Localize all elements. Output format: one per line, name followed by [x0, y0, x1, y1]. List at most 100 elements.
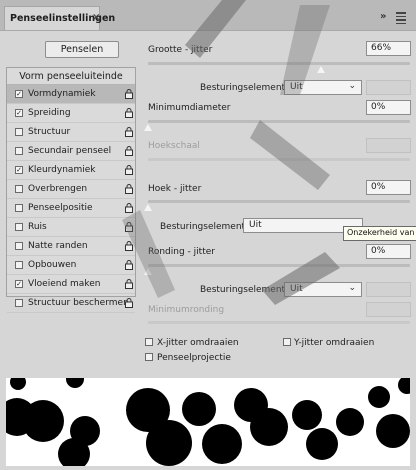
- list-item-label: Ruis: [28, 222, 47, 232]
- lock-icon[interactable]: [125, 146, 133, 156]
- checkbox[interactable]: [15, 128, 23, 136]
- list-item[interactable]: Natte randen: [7, 237, 135, 256]
- angle-jitter-field[interactable]: 0%: [366, 180, 411, 195]
- list-item[interactable]: ✓ Spreiding: [7, 104, 135, 123]
- control-select-value: Uit: [290, 82, 303, 92]
- collapse-icon[interactable]: »: [380, 11, 386, 22]
- tab-brush-settings[interactable]: Penseelinstellingen ×: [4, 6, 115, 30]
- size-jitter-slider-thumb[interactable]: [316, 66, 325, 73]
- roundness-jitter-slider[interactable]: [148, 264, 410, 267]
- list-item-label: Overbrengen: [28, 184, 88, 194]
- checkbox[interactable]: [15, 299, 23, 307]
- lock-icon[interactable]: [125, 184, 133, 194]
- min-roundness-label: Minimumronding: [148, 305, 225, 315]
- list-item-label: Secundair penseel: [28, 146, 112, 156]
- tooltip: Onzekerheid van: [343, 226, 416, 241]
- control-select-value: Uit: [249, 220, 262, 230]
- checkbox[interactable]: [15, 223, 23, 231]
- angle-jitter-slider-thumb[interactable]: [144, 204, 152, 211]
- lock-icon[interactable]: [125, 108, 133, 118]
- tilt-scale-label: Hoekschaal: [148, 141, 200, 151]
- checkbox[interactable]: [15, 261, 23, 269]
- panel-tab-bar: Penseelinstellingen × »: [0, 0, 416, 31]
- tilt-scale-field: [366, 138, 411, 153]
- list-item[interactable]: Opbouwen: [7, 256, 135, 275]
- brush-dab: [250, 408, 288, 446]
- list-item-brush-tip-shape[interactable]: Vorm penseeluiteinde: [7, 68, 135, 85]
- lock-icon[interactable]: [125, 279, 133, 289]
- lock-icon[interactable]: [125, 127, 133, 137]
- flip-y-checkbox[interactable]: [283, 338, 291, 346]
- list-item[interactable]: Overbrengen: [7, 180, 135, 199]
- list-item-label: Structuur: [28, 127, 71, 137]
- lock-icon[interactable]: [125, 165, 133, 175]
- list-item[interactable]: Structuur beschermen: [7, 294, 135, 313]
- brushes-button[interactable]: Penselen: [45, 41, 119, 58]
- control-label: Besturingselement:: [160, 222, 249, 232]
- flip-x-checkbox[interactable]: [145, 338, 153, 346]
- list-item[interactable]: ✓ Kleurdynamiek: [7, 161, 135, 180]
- size-jitter-field[interactable]: 66%: [366, 41, 411, 56]
- brush-projection-checkbox[interactable]: [145, 353, 153, 361]
- list-item[interactable]: Ruis: [7, 218, 135, 237]
- checkbox[interactable]: [15, 185, 23, 193]
- tilt-scale-slider: [148, 158, 410, 161]
- brush-dab: [66, 378, 84, 388]
- control-select[interactable]: Uit ⌄: [284, 80, 362, 95]
- checkbox[interactable]: [15, 147, 23, 155]
- checkbox-checked[interactable]: ✓: [15, 280, 23, 288]
- brush-dab: [336, 408, 364, 436]
- size-jitter-label: Grootte - jitter: [148, 45, 213, 55]
- list-item[interactable]: Structuur: [7, 123, 135, 142]
- checkbox-checked[interactable]: ✓: [15, 166, 23, 174]
- brush-dab: [182, 392, 216, 426]
- list-item[interactable]: ✓ Vormdynamiek: [7, 85, 135, 104]
- lock-icon[interactable]: [125, 222, 133, 232]
- control-option-field: [366, 282, 411, 297]
- control-option-field: [366, 80, 411, 95]
- control-label: Besturingselement:: [200, 285, 289, 295]
- min-diameter-slider-thumb[interactable]: [144, 124, 152, 131]
- control-label: Besturingselement:: [200, 83, 289, 93]
- checkbox[interactable]: [15, 242, 23, 250]
- min-roundness-slider: [148, 321, 410, 324]
- brush-dab: [398, 378, 410, 394]
- checkbox-checked[interactable]: ✓: [15, 109, 23, 117]
- list-item[interactable]: ✓ Vloeiend maken: [7, 275, 135, 294]
- lock-icon[interactable]: [125, 203, 133, 213]
- lock-icon[interactable]: [125, 89, 133, 99]
- roundness-jitter-slider-thumb[interactable]: [144, 268, 152, 275]
- size-jitter-slider[interactable]: [148, 62, 410, 65]
- brush-dab: [70, 416, 100, 446]
- list-item-label: Vloeiend maken: [28, 279, 101, 289]
- lock-icon[interactable]: [125, 260, 133, 270]
- control-select[interactable]: Uit ⌄: [284, 282, 362, 297]
- brush-dab: [368, 386, 390, 408]
- roundness-jitter-label: Ronding - jitter: [148, 247, 215, 257]
- list-item-label: Structuur beschermen: [28, 298, 129, 308]
- chevron-down-icon: ⌄: [348, 81, 356, 91]
- list-item[interactable]: Secundair penseel: [7, 142, 135, 161]
- list-item-label: Vormdynamiek: [28, 89, 96, 99]
- list-item[interactable]: Penseelpositie: [7, 199, 135, 218]
- roundness-jitter-field[interactable]: 0%: [366, 244, 411, 259]
- close-icon[interactable]: ×: [92, 12, 100, 23]
- list-item-label: Natte randen: [28, 241, 88, 251]
- checkbox-checked[interactable]: ✓: [15, 90, 23, 98]
- min-diameter-label: Minimumdiameter: [148, 103, 231, 113]
- brush-settings-list: Vorm penseeluiteinde ✓ Vormdynamiek ✓ Sprei…: [6, 67, 136, 313]
- min-diameter-slider[interactable]: [148, 120, 410, 123]
- checkbox[interactable]: [15, 204, 23, 212]
- angle-jitter-slider[interactable]: [148, 200, 410, 203]
- brush-dab: [202, 424, 242, 464]
- chevron-down-icon: ⌄: [348, 283, 356, 293]
- lock-icon[interactable]: [125, 241, 133, 251]
- min-diameter-field[interactable]: 0%: [366, 100, 411, 115]
- brush-dab: [306, 428, 338, 460]
- lock-icon[interactable]: [125, 298, 133, 308]
- menu-icon[interactable]: [396, 12, 406, 26]
- brush-dab: [146, 420, 192, 466]
- brush-dab: [376, 414, 410, 448]
- list-item-label: Opbouwen: [28, 260, 77, 270]
- list-item-label: Penseelpositie: [28, 203, 93, 213]
